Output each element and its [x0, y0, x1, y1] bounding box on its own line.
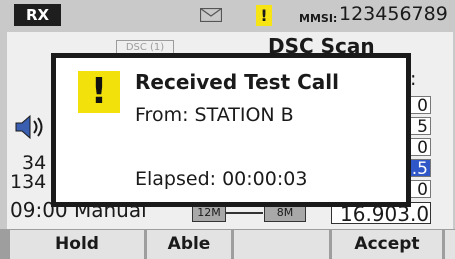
- able-button[interactable]: Able: [147, 230, 231, 259]
- dsc-screen: RX ! MMSI: 123456789 DSC (1) DSC Scan 34…: [0, 0, 455, 259]
- dialog-from: From: STATION B: [135, 104, 294, 126]
- exclamation-icon: !: [256, 5, 272, 26]
- softkey-blank-5[interactable]: [445, 230, 455, 259]
- accept-button[interactable]: Accept: [332, 230, 442, 259]
- mmsi-value: 123456789: [339, 3, 448, 25]
- scale-connector: [225, 212, 263, 214]
- left-value-2: 134: [10, 171, 47, 193]
- dialog-elapsed: Elapsed: 00:00:03: [135, 168, 308, 190]
- softkey-blank-3[interactable]: [234, 230, 329, 259]
- dialog-title: Received Test Call: [135, 70, 339, 94]
- speaker-icon: [15, 114, 43, 140]
- mmsi-label: MMSI:: [299, 12, 338, 25]
- rx-indicator: RX: [14, 4, 61, 26]
- status-bar: RX ! MMSI: 123456789: [0, 0, 455, 30]
- envelope-icon: [200, 8, 222, 22]
- exclamation-icon: !: [78, 71, 120, 113]
- hold-button[interactable]: Hold: [10, 230, 144, 259]
